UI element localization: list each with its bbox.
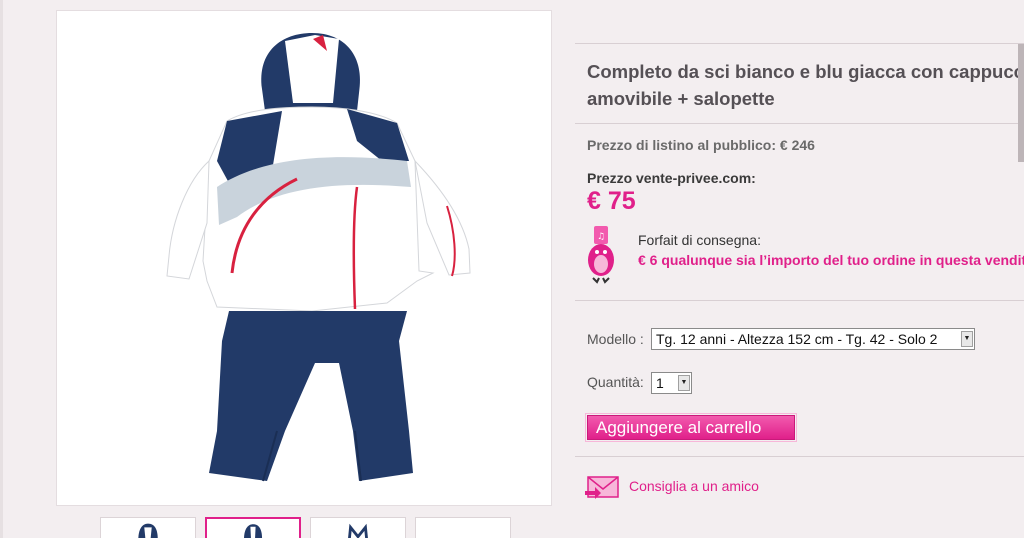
- product-image[interactable]: [57, 11, 553, 507]
- product-title-line-1: Completo da sci bianco e blu giacca con …: [587, 61, 1024, 82]
- quantity-label: Quantità:: [587, 374, 644, 390]
- quantity-select[interactable]: 1 ▼: [651, 372, 692, 394]
- thumbnail-4[interactable]: [415, 517, 511, 538]
- list-price: Prezzo di listino al pubblico: € 246: [587, 137, 815, 153]
- mascot-icon: ♫: [588, 226, 614, 284]
- sale-price-label: Prezzo vente-privee.com:: [587, 170, 756, 186]
- recommend-to-friend-link[interactable]: Consiglia a un amico: [629, 478, 759, 494]
- thumbnail-2[interactable]: [205, 517, 301, 538]
- quantity-select-value: 1: [656, 375, 664, 391]
- thumbnail-strip: [100, 517, 520, 538]
- model-select-value: Tg. 12 anni - Altezza 152 cm - Tg. 42 - …: [656, 331, 938, 347]
- page-edge: [0, 0, 3, 538]
- sale-price: € 75: [587, 187, 636, 215]
- add-to-cart-button[interactable]: Aggiungere al carrello: [585, 413, 797, 442]
- chevron-down-icon[interactable]: ▼: [961, 331, 973, 347]
- divider: [575, 43, 1024, 44]
- model-select[interactable]: Tg. 12 anni - Altezza 152 cm - Tg. 42 - …: [651, 328, 975, 350]
- divider: [575, 456, 1024, 457]
- product-title: Completo da sci bianco e blu giacca con …: [587, 58, 1024, 112]
- thumbnail-3[interactable]: [310, 517, 406, 538]
- model-label: Modello :: [587, 331, 644, 347]
- shipping-value: € 6 qualunque sia l’importo del tuo ordi…: [638, 252, 1024, 268]
- shipping-label: Forfait di consegna:: [638, 232, 761, 248]
- thumbnail-1[interactable]: [100, 517, 196, 538]
- scrollbar[interactable]: [1018, 44, 1024, 162]
- envelope-icon[interactable]: [585, 473, 621, 499]
- svg-text:♫: ♫: [597, 232, 605, 242]
- product-image-panel: [56, 10, 552, 506]
- product-details: Completo da sci bianco e blu giacca con …: [575, 0, 1024, 538]
- divider: [575, 300, 1024, 301]
- product-title-line-2: amovibile + salopette: [587, 88, 775, 109]
- divider: [575, 123, 1024, 124]
- chevron-down-icon[interactable]: ▼: [678, 375, 690, 391]
